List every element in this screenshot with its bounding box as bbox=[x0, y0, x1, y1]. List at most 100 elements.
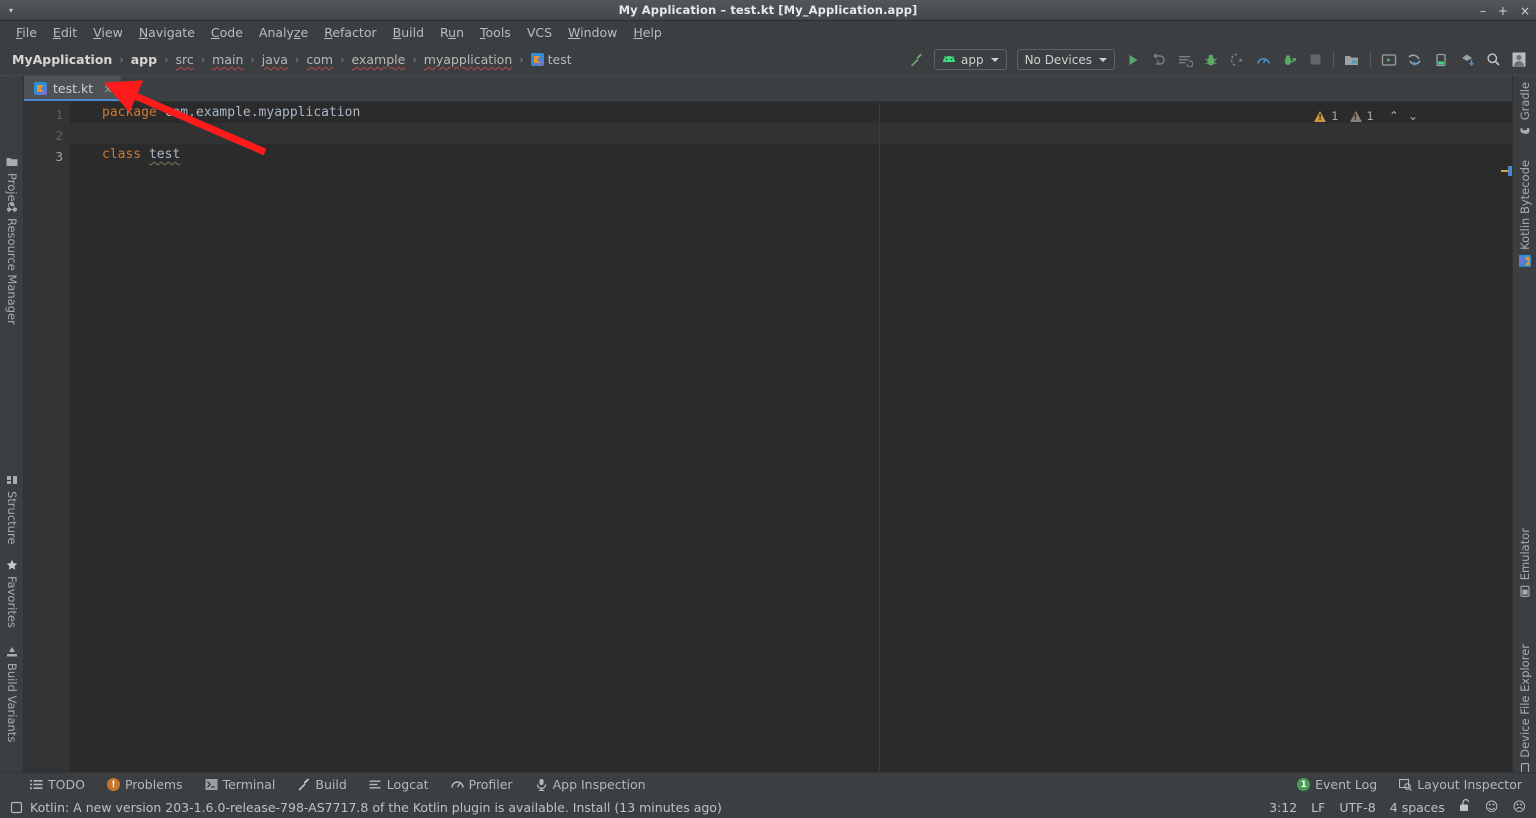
sidebar-item-favorites[interactable]: Favorites bbox=[5, 559, 19, 628]
tool-window-app-inspection[interactable]: App Inspection bbox=[535, 777, 646, 792]
feedback-happy-icon[interactable]: ☺ bbox=[1485, 800, 1499, 815]
tool-window-layout-inspector[interactable]: Layout Inspector bbox=[1399, 777, 1522, 792]
minimize-button[interactable]: – bbox=[1480, 5, 1486, 17]
avd-manager-button[interactable] bbox=[1376, 47, 1402, 73]
breadcrumb-item-myapplication[interactable]: myapplication bbox=[422, 52, 515, 67]
notification-icon bbox=[10, 801, 23, 813]
chevron-down-icon bbox=[1099, 57, 1107, 62]
tool-window-terminal[interactable]: Terminal bbox=[205, 777, 275, 792]
project-folder-icon bbox=[6, 158, 18, 166]
menu-item-view[interactable]: View bbox=[85, 23, 131, 42]
status-message-area[interactable]: Kotlin: A new version 203-1.6.0-release-… bbox=[10, 800, 722, 815]
device-manager-button[interactable] bbox=[1428, 47, 1454, 73]
menu-item-vcs[interactable]: VCS bbox=[519, 23, 560, 42]
stop-button[interactable] bbox=[1302, 47, 1328, 73]
sdk-manager-button[interactable] bbox=[1339, 47, 1365, 73]
module-selector[interactable]: app bbox=[933, 49, 1007, 70]
menu-item-tools[interactable]: Tools bbox=[472, 23, 519, 42]
line-separator[interactable]: LF bbox=[1311, 800, 1325, 815]
status-message[interactable]: Kotlin: A new version 203-1.6.0-release-… bbox=[30, 800, 722, 815]
search-icon[interactable] bbox=[1480, 47, 1506, 73]
tool-window-logcat[interactable]: Logcat bbox=[369, 777, 429, 792]
breadcrumb: MyApplication › app › src › main › java › com › exam… bbox=[0, 52, 574, 67]
sdk-download-button[interactable] bbox=[1454, 47, 1480, 73]
next-problem-icon[interactable]: ⌄ bbox=[1406, 109, 1420, 123]
breadcrumb-item-test[interactable]: test bbox=[529, 52, 574, 67]
tool-window-profiler[interactable]: Profiler bbox=[450, 777, 513, 792]
tool-window-todo[interactable]: TODO bbox=[30, 777, 85, 792]
breadcrumb-item-main[interactable]: main bbox=[210, 52, 245, 67]
close-icon[interactable]: × bbox=[103, 82, 113, 96]
sidebar-item-build-variants[interactable]: Build Variants bbox=[5, 646, 19, 742]
profile-button[interactable] bbox=[1250, 47, 1276, 73]
menu-item-analyze[interactable]: Analyze bbox=[251, 23, 316, 42]
left-tool-rail: Project Resource Manager Structure Favor… bbox=[0, 76, 24, 772]
indent-setting[interactable]: 4 spaces bbox=[1390, 800, 1445, 815]
breadcrumb-item-myapplication[interactable]: MyApplication bbox=[10, 52, 114, 67]
menu-item-navigate[interactable]: Navigate bbox=[131, 23, 203, 42]
sidebar-item-device-file-explorer[interactable]: Device File Explorer bbox=[1518, 644, 1532, 772]
maximize-button[interactable]: + bbox=[1498, 5, 1508, 17]
gradle-elephant-icon bbox=[1520, 127, 1530, 134]
apply-code-changes-button[interactable] bbox=[1172, 47, 1198, 73]
breadcrumb-item-com[interactable]: com bbox=[304, 52, 335, 67]
tool-window-label: Build bbox=[315, 777, 347, 792]
title-bar: ▾ My Application – test.kt [My_Applicati… bbox=[0, 0, 1536, 21]
debug-button[interactable] bbox=[1198, 47, 1224, 73]
menu-item-refactor[interactable]: Refactor bbox=[316, 23, 384, 42]
window-controls: – + × bbox=[1480, 0, 1530, 21]
menu-item-run[interactable]: Run bbox=[432, 23, 472, 42]
menu-item-code[interactable]: Code bbox=[203, 23, 251, 42]
inspections-widget[interactable]: 1 1 ⌃ ⌄ bbox=[1314, 109, 1420, 123]
breadcrumb-item-app[interactable]: app bbox=[129, 52, 159, 67]
gradle-sync-button[interactable] bbox=[1402, 47, 1428, 73]
tool-window-label: App Inspection bbox=[552, 777, 646, 792]
breadcrumb-item-java[interactable]: java bbox=[260, 52, 290, 67]
sidebar-item-gradle[interactable]: Gradle bbox=[1518, 82, 1532, 137]
hammer-icon[interactable] bbox=[903, 47, 929, 73]
tool-window-label: TODO bbox=[48, 777, 85, 792]
toolbar-divider bbox=[1370, 51, 1371, 68]
apply-changes-button[interactable]: A bbox=[1146, 47, 1172, 73]
sidebar-item-emulator[interactable]: Emulator bbox=[1518, 528, 1532, 597]
menu-item-help[interactable]: Help bbox=[625, 23, 670, 42]
encoding[interactable]: UTF-8 bbox=[1339, 800, 1375, 815]
avatar-icon[interactable] bbox=[1506, 47, 1532, 73]
android-studio-window: ▾ My Application – test.kt [My_Applicati… bbox=[0, 0, 1536, 818]
code-text[interactable]: package com.example.myapplication class … bbox=[24, 102, 1512, 772]
run-coverage-button[interactable] bbox=[1224, 47, 1250, 73]
feedback-sad-icon[interactable]: ☹ bbox=[1512, 800, 1526, 815]
star-icon bbox=[6, 559, 18, 570]
caret-position[interactable]: 3:12 bbox=[1269, 800, 1297, 815]
sidebar-item-structure[interactable]: Structure bbox=[5, 474, 19, 545]
breadcrumb-item-label: example bbox=[351, 52, 406, 67]
device-selector[interactable]: No Devices bbox=[1016, 49, 1115, 70]
sidebar-item-resource-manager[interactable]: Resource Manager bbox=[5, 201, 19, 325]
menu-item-edit[interactable]: Edit bbox=[45, 23, 85, 42]
kotlin-icon bbox=[1519, 254, 1531, 267]
tool-window-event-log[interactable]: 1 Event Log bbox=[1297, 777, 1377, 792]
tool-window-problems[interactable]: ! Problems bbox=[106, 777, 183, 792]
module-selector-label: app bbox=[960, 52, 984, 67]
close-button[interactable]: × bbox=[1520, 5, 1530, 17]
tool-window-bar-right: 1 Event Log Layout Inspector bbox=[1297, 777, 1536, 792]
run-button[interactable] bbox=[1120, 47, 1146, 73]
main-toolbar: app No Devices A bbox=[903, 47, 1536, 73]
menu-item-build[interactable]: Build bbox=[385, 23, 432, 42]
breadcrumb-item-example[interactable]: example bbox=[350, 52, 408, 67]
breadcrumb-item-label: main bbox=[212, 52, 244, 67]
editor-scrollbar[interactable] bbox=[1500, 128, 1512, 772]
app-inspection-icon bbox=[536, 779, 546, 791]
sidebar-item-label: Kotlin Bytecode bbox=[1518, 160, 1532, 250]
unlocked-padlock-icon[interactable] bbox=[1459, 799, 1471, 815]
editor-tab-test-kt[interactable]: test.kt × bbox=[24, 76, 122, 101]
menu-item-file[interactable]: File bbox=[8, 23, 45, 42]
previous-problem-icon[interactable]: ⌃ bbox=[1387, 109, 1401, 123]
menu-item-window[interactable]: Window bbox=[560, 23, 625, 42]
tool-window-build[interactable]: Build bbox=[297, 777, 347, 792]
breadcrumb-item-src[interactable]: src bbox=[173, 52, 195, 67]
code-editor[interactable]: 1 2 3 package com.example.myapplication … bbox=[24, 102, 1512, 772]
attach-debugger-button[interactable] bbox=[1276, 47, 1302, 73]
breadcrumb-item-label: com bbox=[306, 52, 334, 67]
sidebar-item-kotlin-bytecode[interactable]: Kotlin Bytecode bbox=[1518, 160, 1532, 267]
